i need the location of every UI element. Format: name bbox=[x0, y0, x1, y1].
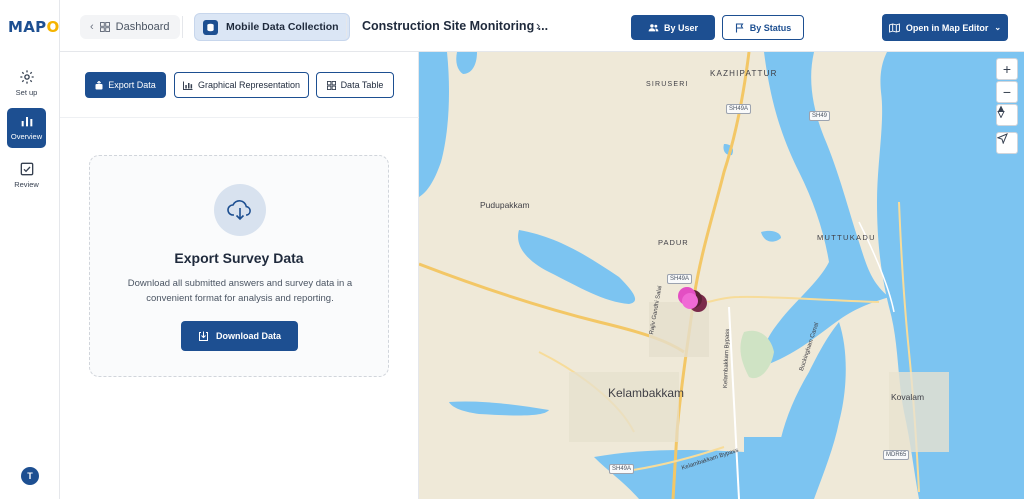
tab-bar: Export Data Graphical Representation Dat… bbox=[60, 52, 419, 118]
locate-button[interactable] bbox=[996, 132, 1018, 154]
export-icon bbox=[95, 80, 103, 89]
road-shield: MDR65 bbox=[883, 450, 910, 460]
tab-graphical-representation[interactable]: Graphical Representation bbox=[174, 72, 309, 98]
rail-item-overview[interactable]: Overview bbox=[7, 108, 46, 148]
users-icon bbox=[648, 24, 659, 32]
chevron-left-icon: ‹ bbox=[90, 21, 94, 33]
export-title: Export Survey Data bbox=[174, 250, 304, 266]
road-shield: SH49A bbox=[667, 274, 693, 284]
app-window: MAPOG Set up Overview Review T ‹ Dashboa… bbox=[0, 0, 1024, 499]
road-shield: SH49A bbox=[609, 464, 635, 474]
rail-item-setup[interactable]: Set up bbox=[7, 64, 46, 104]
export-card: Export Survey Data Download all submitte… bbox=[89, 155, 389, 377]
tab-data-table[interactable]: Data Table bbox=[316, 72, 394, 98]
map-view[interactable]: KAZHIPATTUR SIRUSERI Pudupakkam PADUR MU… bbox=[419, 52, 1024, 499]
map-icon bbox=[888, 22, 900, 33]
left-rail: MAPOG Set up Overview Review T bbox=[0, 0, 72, 499]
chart-icon bbox=[182, 81, 193, 90]
bar-chart-icon bbox=[21, 117, 32, 127]
database-icon bbox=[203, 19, 218, 35]
checkbox-icon bbox=[20, 162, 33, 176]
place-label: Kelambakkam bbox=[608, 386, 685, 400]
place-label: PADUR bbox=[658, 238, 689, 247]
export-panel: Export Data Graphical Representation Dat… bbox=[60, 52, 419, 499]
rail-item-label: Set up bbox=[15, 88, 38, 97]
by-status-button[interactable]: By Status bbox=[722, 15, 804, 40]
grid-icon bbox=[99, 22, 110, 32]
minus-icon: − bbox=[1002, 84, 1012, 100]
plus-icon: + bbox=[1002, 61, 1012, 77]
compass-icon bbox=[997, 105, 1005, 118]
export-description: Download all submitted answers and surve… bbox=[127, 278, 353, 304]
chevron-right-icon[interactable]: › bbox=[536, 18, 540, 33]
download-data-button[interactable]: Download Data bbox=[181, 321, 298, 351]
chevron-down-icon: ⌄ bbox=[994, 23, 1002, 32]
survey-marker[interactable] bbox=[682, 293, 698, 309]
breadcrumb-dashboard[interactable]: ‹ Dashboard bbox=[80, 15, 180, 39]
rail-item-review[interactable]: Review bbox=[7, 156, 46, 196]
gear-icon bbox=[19, 70, 34, 84]
place-label: SIRUSERI bbox=[646, 81, 689, 88]
road-shield: SH49 bbox=[809, 111, 831, 121]
divider bbox=[346, 16, 347, 38]
map-canvas[interactable] bbox=[419, 52, 1024, 499]
breadcrumb-label: Mobile Data Collection bbox=[226, 21, 339, 33]
road-shield: SH49A bbox=[726, 104, 752, 114]
navigation-arrow-icon bbox=[997, 133, 1008, 144]
tab-export-data[interactable]: Export Data bbox=[85, 72, 166, 98]
place-label: KAZHIPATTUR bbox=[710, 69, 778, 78]
breadcrumb-label: Dashboard bbox=[115, 21, 170, 33]
divider bbox=[182, 16, 183, 38]
place-label: Pudupakkam bbox=[480, 200, 530, 210]
zoom-out-button[interactable]: − bbox=[996, 81, 1018, 103]
rail-item-label: Review bbox=[14, 180, 39, 189]
flag-icon bbox=[735, 22, 744, 32]
cloud-download-icon bbox=[214, 184, 266, 236]
rail-item-label: Overview bbox=[10, 132, 43, 141]
table-icon bbox=[326, 80, 336, 90]
compass-button[interactable] bbox=[996, 104, 1018, 126]
breadcrumb-section[interactable]: Mobile Data Collection bbox=[194, 13, 350, 41]
avatar[interactable]: T bbox=[21, 467, 39, 485]
top-bar: ‹ Dashboard Mobile Data Collection Const… bbox=[60, 0, 1024, 52]
download-icon bbox=[198, 331, 208, 341]
place-label: Kovalam bbox=[891, 392, 925, 402]
open-map-editor-button[interactable]: Open in Map Editor ⌄ bbox=[882, 14, 1008, 41]
project-title[interactable]: Construction Site Monitoring ... bbox=[362, 19, 548, 33]
by-user-button[interactable]: By User bbox=[631, 15, 715, 40]
zoom-in-button[interactable]: + bbox=[996, 58, 1018, 80]
place-label: MUTTUKADU bbox=[817, 233, 876, 242]
